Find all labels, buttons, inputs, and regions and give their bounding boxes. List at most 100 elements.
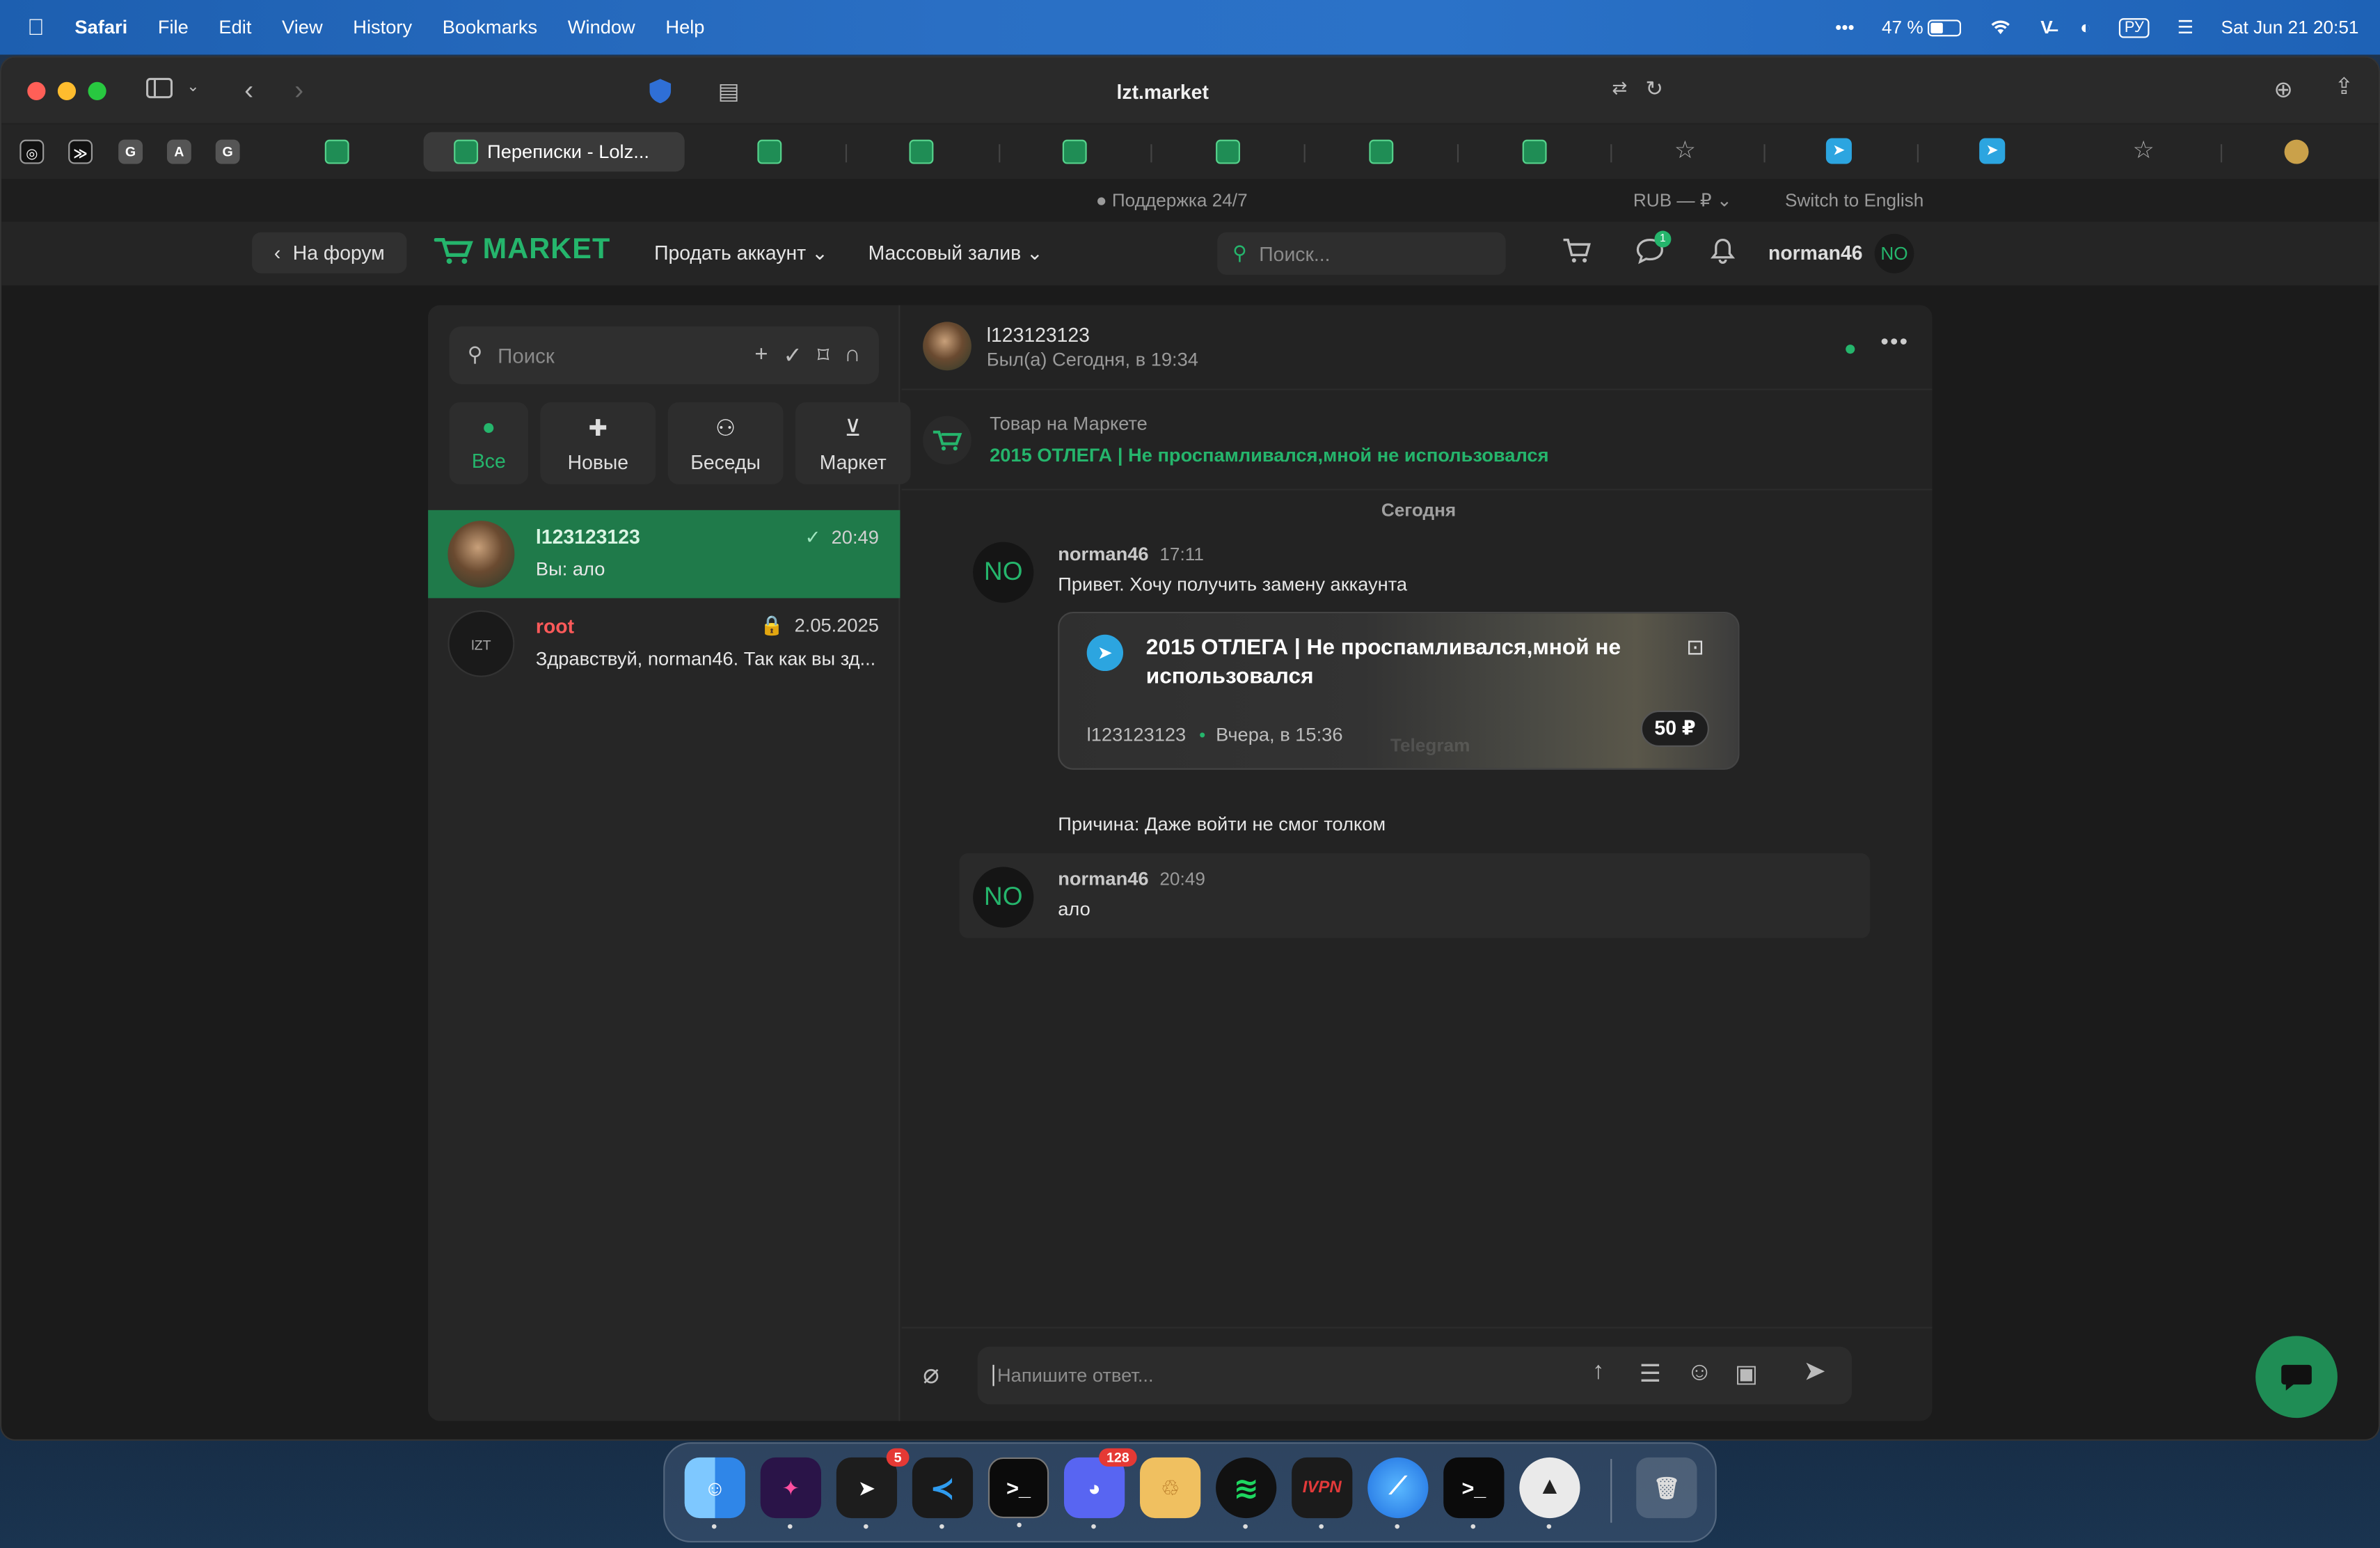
finder-icon[interactable]: ☺ <box>684 1457 745 1529</box>
market-tab-icon[interactable] <box>909 139 934 164</box>
username-link[interactable]: norman46 <box>1768 242 1863 264</box>
bell-icon[interactable] <box>1709 237 1736 271</box>
bookmark-icon[interactable]: ⌑ <box>818 342 830 369</box>
market-logo[interactable]: MARKET <box>434 234 611 267</box>
sell-account-menu[interactable]: Продать аккаунт ⌄ <box>654 242 828 266</box>
battery-status[interactable]: 47 % <box>1882 17 1962 38</box>
user-avatar[interactable]: NO <box>1874 233 1914 274</box>
market-tab-icon[interactable] <box>324 139 349 164</box>
menu-help[interactable]: Help <box>665 17 704 38</box>
currency-select[interactable]: RUB — ₽ ⌄ <box>1633 190 1732 212</box>
highlighted-message[interactable] <box>959 853 1871 938</box>
peer-avatar[interactable] <box>923 322 971 371</box>
safari-icon[interactable]: ⟋ <box>1367 1457 1429 1529</box>
menu-window[interactable]: Window <box>568 17 635 38</box>
support-chat-button[interactable] <box>2255 1336 2338 1419</box>
switch-language-link[interactable]: Switch to English <box>1785 190 1923 212</box>
market-tab-icon[interactable] <box>1216 139 1240 164</box>
control-center-icon[interactable]: ☰ <box>2177 17 2193 38</box>
market-tab-icon[interactable] <box>1369 139 1394 164</box>
menu-file[interactable]: File <box>158 17 189 38</box>
zoom-window-button[interactable] <box>88 81 106 100</box>
peer-name[interactable]: l123123123 <box>987 324 1090 347</box>
image-icon[interactable]: ▣ <box>1735 1359 1758 1389</box>
mass-upload-menu[interactable]: Массовый залив ⌄ <box>868 242 1043 266</box>
vpn-status-icon[interactable]: V̶ <box>2040 17 2052 38</box>
filter-all[interactable]: ● Все <box>449 402 529 484</box>
archive-icon[interactable]: ♲ <box>1140 1457 1201 1519</box>
reply-input[interactable]: Напишите ответ... <box>977 1346 1852 1405</box>
spotify-icon[interactable]: ≋ <box>1216 1457 1277 1529</box>
translate-icon[interactable]: ⇄ <box>1612 77 1627 99</box>
clock[interactable]: Sat Jun 21 20:51 <box>2221 17 2359 38</box>
paperclip-icon[interactable]: ⌀ <box>923 1359 939 1391</box>
telegram-tab-icon[interactable]: ➤ <box>1979 138 2006 164</box>
site-search-input[interactable]: ⚲ Поиск... <box>1217 232 1506 275</box>
menu-app-name[interactable]: Safari <box>74 17 127 38</box>
more-dots-icon[interactable]: ••• <box>1835 17 1855 38</box>
active-tab[interactable]: Переписки - Lolz... <box>423 132 685 172</box>
message-author[interactable]: norman46 <box>1058 544 1148 565</box>
menu-view[interactable]: View <box>282 17 323 38</box>
shopping-bag-icon[interactable]: ⊡ <box>1686 635 1704 661</box>
market-tab-icon[interactable] <box>1062 139 1087 164</box>
list-icon[interactable]: ☰ <box>1640 1359 1661 1389</box>
apple-icon[interactable]:  <box>27 15 45 40</box>
conversation-item[interactable]: lZT root 🔒 2.05.2025 Здравствуй, norman4… <box>428 600 900 688</box>
back-icon[interactable]: ‹ <box>244 74 253 106</box>
vscode-icon[interactable]: ≺ <box>912 1457 974 1529</box>
cart-icon[interactable] <box>1562 237 1592 271</box>
telegram-tab-icon[interactable]: ➤ <box>1825 138 1852 164</box>
checkmark-icon[interactable]: ✓ <box>783 342 802 369</box>
conversation-item[interactable]: l123123123 ✓ 20:49 Вы: ало <box>428 510 901 599</box>
terminal-tab-icon[interactable]: ≫ <box>68 139 93 164</box>
market-tab-icon[interactable] <box>1522 139 1547 164</box>
product-card[interactable]: ➤ 2015 ОТЛЕГА | Не проспамливался,мной н… <box>1058 611 1740 770</box>
arrow-up-icon[interactable]: ↑ <box>1592 1359 1604 1386</box>
forward-icon[interactable]: › <box>294 74 303 106</box>
share-icon[interactable]: ⇪ <box>2335 73 2354 100</box>
more-options-icon[interactable]: ••• <box>1880 329 1909 355</box>
ivpn-icon[interactable]: IVPN <box>1292 1457 1353 1529</box>
openai-tab-icon[interactable]: ◎ <box>19 139 45 164</box>
terminal-icon[interactable]: >_ <box>987 1457 1049 1528</box>
message-avatar[interactable]: NO <box>973 867 1034 928</box>
star-icon[interactable]: ☆ <box>1674 135 1696 166</box>
back-to-forum-button[interactable]: ‹ На форум <box>252 232 407 274</box>
filter-new[interactable]: ✚ Новые <box>540 402 656 484</box>
market-tab-icon[interactable] <box>757 139 782 164</box>
pinned-tab-a[interactable]: A <box>166 139 191 164</box>
headphones-icon[interactable]: ∩ <box>844 342 861 369</box>
star-icon[interactable]: ☆ <box>2132 135 2154 166</box>
close-window-button[interactable] <box>27 81 46 100</box>
menu-bookmarks[interactable]: Bookmarks <box>443 17 537 38</box>
emoji-icon[interactable]: ☺ <box>1686 1357 1713 1388</box>
sidebar-toggle-icon[interactable] <box>145 77 173 99</box>
menu-edit[interactable]: Edit <box>219 17 251 38</box>
reload-icon[interactable]: ↻ <box>1645 76 1663 102</box>
discord-icon[interactable]: ◕ 128 <box>1063 1448 1137 1529</box>
pinned-tab-g2[interactable]: G <box>215 139 240 164</box>
send-icon[interactable]: ➤ <box>1803 1356 1826 1388</box>
filter-conversations[interactable]: ⚇ Беседы <box>667 402 784 484</box>
filter-market[interactable]: ⊻ Маркет <box>795 402 911 484</box>
affinity-icon[interactable]: ✦ <box>760 1457 821 1529</box>
pinned-tab-g1[interactable]: G <box>118 139 143 164</box>
product-link[interactable]: 2015 ОТЛЕГА | Не проспамливался,мной не … <box>990 445 1548 466</box>
plus-icon[interactable]: + <box>754 342 768 369</box>
address-bar[interactable]: lzt.market <box>639 70 1686 115</box>
input-source[interactable]: РУ <box>2118 17 2150 38</box>
telegram-dock-icon[interactable]: ➤ 5 <box>836 1448 910 1529</box>
minimize-window-button[interactable] <box>57 81 77 100</box>
vpn-app-icon[interactable]: ▲ <box>1519 1457 1580 1529</box>
messages-icon[interactable]: 1 <box>1635 230 1672 271</box>
avatar-tab-icon[interactable] <box>2284 139 2309 164</box>
sync-icon[interactable]: ◐ <box>2080 17 2091 38</box>
conversation-search-input[interactable]: ⚲ Поиск + ✓ ⌑ ∩ <box>449 326 879 384</box>
support-link[interactable]: ● Поддержка 24/7 <box>1096 190 1248 212</box>
message-author[interactable]: norman46 <box>1058 869 1148 890</box>
message-avatar[interactable]: NO <box>973 542 1034 603</box>
terminal-icon[interactable]: >_ <box>1443 1457 1505 1529</box>
wifi-icon[interactable] <box>1989 16 2013 39</box>
downloads-icon[interactable]: ⊕ <box>2274 76 2292 103</box>
